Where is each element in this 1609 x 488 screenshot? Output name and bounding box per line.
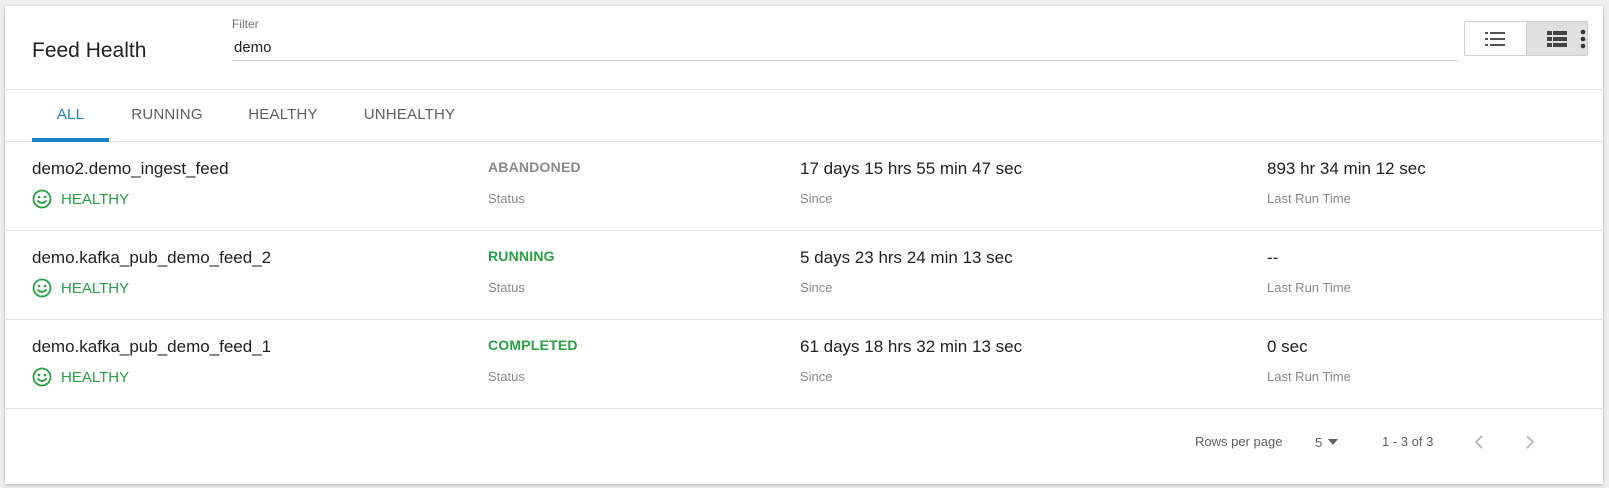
status-label: Status xyxy=(488,280,525,295)
health-label: HEALTHY xyxy=(61,279,130,297)
health-label: HEALTHY xyxy=(61,190,130,208)
smiley-icon xyxy=(32,189,52,209)
dropdown-arrow-icon xyxy=(1328,439,1339,445)
feed-row[interactable]: demo.kafka_pub_demo_feed_1 HEALTHY COMPL… xyxy=(5,320,1603,409)
previous-page-button[interactable] xyxy=(1463,427,1493,457)
status-value: ABANDONED xyxy=(488,159,581,175)
table-view-icon xyxy=(1546,30,1567,47)
smiley-icon xyxy=(32,367,52,387)
last-run-label: Last Run Time xyxy=(1267,280,1351,295)
rows-per-page-select[interactable]: 5 xyxy=(1315,430,1355,454)
since-value: 5 days 23 hrs 24 min 13 sec xyxy=(800,248,1013,267)
filter-label: Filter xyxy=(232,17,259,31)
tab-bar: ALL RUNNING HEALTHY UNHEALTHY xyxy=(5,90,1603,142)
list-view-button[interactable] xyxy=(1465,22,1526,55)
feed-row[interactable]: demo2.demo_ingest_feed HEALTHY ABANDONED… xyxy=(5,142,1603,231)
feed-name: demo.kafka_pub_demo_feed_2 xyxy=(32,248,272,267)
tab-unhealthy[interactable]: UNHEALTHY xyxy=(352,90,467,141)
feed-row[interactable]: demo.kafka_pub_demo_feed_2 HEALTHY RUNNI… xyxy=(5,231,1603,320)
pagination-bar: Rows per page 5 1 - 3 of 3 xyxy=(5,414,1603,484)
page-range: 1 - 3 of 3 xyxy=(1382,434,1434,449)
health-indicator: HEALTHY xyxy=(32,367,129,387)
last-run-label: Last Run Time xyxy=(1267,369,1351,384)
health-indicator: HEALTHY xyxy=(32,189,129,209)
more-options-button[interactable] xyxy=(1573,24,1593,54)
feed-name: demo.kafka_pub_demo_feed_1 xyxy=(32,337,272,356)
status-label: Status xyxy=(488,369,525,384)
feed-health-card: Feed Health Filter demo ALL RUNNING HEAL… xyxy=(5,6,1603,484)
feed-list: demo2.demo_ingest_feed HEALTHY ABANDONED… xyxy=(5,142,1603,409)
since-value: 17 days 15 hrs 55 min 47 sec xyxy=(800,159,1023,178)
health-label: HEALTHY xyxy=(61,368,130,386)
smiley-icon xyxy=(32,278,52,298)
feed-name: demo2.demo_ingest_feed xyxy=(32,159,229,178)
status-label: Status xyxy=(488,191,525,206)
last-run-value: -- xyxy=(1267,248,1279,267)
next-page-button[interactable] xyxy=(1515,427,1545,457)
view-toggle xyxy=(1464,21,1588,56)
page-title: Feed Health xyxy=(32,39,147,62)
last-run-label: Last Run Time xyxy=(1267,191,1351,206)
since-label: Since xyxy=(800,191,833,206)
filter-input[interactable] xyxy=(232,34,1459,61)
last-run-value: 0 sec xyxy=(1267,337,1308,356)
rows-per-page-label: Rows per page xyxy=(1195,434,1283,449)
status-value: COMPLETED xyxy=(488,337,578,353)
list-view-icon xyxy=(1485,31,1506,46)
status-value: RUNNING xyxy=(488,248,555,264)
chevron-left-icon xyxy=(1474,435,1483,449)
since-label: Since xyxy=(800,280,833,295)
since-value: 61 days 18 hrs 32 min 13 sec xyxy=(800,337,1023,356)
card-header: Feed Health Filter xyxy=(5,6,1603,90)
chevron-right-icon xyxy=(1525,435,1534,449)
tab-healthy[interactable]: HEALTHY xyxy=(237,90,329,141)
since-label: Since xyxy=(800,369,833,384)
tab-all[interactable]: ALL xyxy=(32,90,109,141)
health-indicator: HEALTHY xyxy=(32,278,129,298)
last-run-value: 893 hr 34 min 12 sec xyxy=(1267,159,1426,178)
tab-running[interactable]: RUNNING xyxy=(121,90,213,141)
more-vert-icon xyxy=(1580,29,1586,49)
rows-per-page-value: 5 xyxy=(1315,434,1323,450)
